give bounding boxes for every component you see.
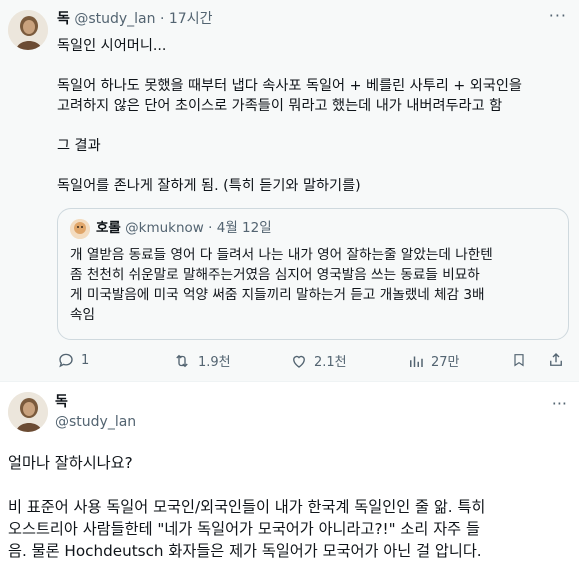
tweet-line: 그 결과 xyxy=(57,138,101,154)
views-icon xyxy=(407,352,425,370)
quoted-line: 좀 천천히 쉬운말로 말해주는거였음 심지어 영국발음 쓰는 동료들 비묘하 xyxy=(70,267,480,283)
bookmark-button[interactable] xyxy=(511,351,527,369)
tweet-line xyxy=(57,56,567,76)
tweet-line xyxy=(8,474,574,496)
tweet-line: 음. 물론 Hochdeutsch 화자들은 제가 독일어가 모국어가 아닌 걸… xyxy=(8,542,482,560)
quoted-tweet[interactable]: 호롤 @kmuknow · 4월 12일 개 열받음 동료들 영어 다 들려서 … xyxy=(57,208,569,340)
tweet-line: 독일어를 존나게 잘하게 됨. (특히 듣기와 말하기를) xyxy=(57,178,361,194)
quoted-avatar xyxy=(70,219,90,239)
retweet-icon xyxy=(172,352,192,370)
tweet-line: 고려하지 않은 단어 초이스로 가족들이 뭐라고 했는데 내가 내버려두라고 함 xyxy=(57,98,503,114)
quoted-header: 호롤 @kmuknow · 4월 12일 xyxy=(96,219,272,237)
views-count: 27만 xyxy=(431,355,460,370)
author-handle[interactable]: @study_lan xyxy=(55,413,136,431)
tweet-line: 독일어 하나도 못했을 때부터 냅다 속사포 독일어 + 베를린 사투리 + 외… xyxy=(57,78,522,94)
avatar[interactable] xyxy=(8,10,48,50)
avatar[interactable] xyxy=(8,392,48,432)
tweet-line: 독일인 시어머니... xyxy=(57,38,167,54)
quoted-date: 4월 12일 xyxy=(216,220,272,236)
tweet-line xyxy=(57,116,567,136)
reply-count: 1 xyxy=(81,352,90,368)
like-button[interactable]: 2.1천 xyxy=(290,351,347,370)
tweet-text: 독일인 시어머니... 독일어 하나도 못했을 때부터 냅다 속사포 독일어 +… xyxy=(57,36,567,196)
quoted-line: 개 열받음 동료들 영어 다 들려서 나는 내가 영어 잘하는줄 알았는데 나한… xyxy=(70,247,493,263)
quoted-handle: @kmuknow xyxy=(125,220,204,236)
separator-dot: · xyxy=(208,220,213,236)
author-handle[interactable]: @study_lan xyxy=(74,11,155,27)
quoted-line: 속임 xyxy=(70,307,96,323)
share-button[interactable] xyxy=(547,351,565,369)
retweet-count: 1.9천 xyxy=(198,355,231,370)
quoted-author-name: 호롤 xyxy=(96,220,121,236)
action-bar: 1 1.9천 2.1천 27만 xyxy=(57,351,567,371)
author-name[interactable]: 독 xyxy=(57,11,70,27)
reply-button[interactable]: 1 xyxy=(57,351,89,369)
heart-icon xyxy=(290,352,308,370)
reply-icon xyxy=(57,351,75,369)
tweet-line: 비 표준어 사용 독일어 모국인/외국인들이 내가 한국계 독일인인 줄 앎. … xyxy=(8,498,486,516)
quoted-line: 게 미국발음에 미국 억양 써줌 지들끼리 말하는거 듣고 개놀랬네 체감 3배 xyxy=(70,287,485,303)
share-icon xyxy=(547,351,565,369)
tweet-line: 얼마나 잘하시나요? xyxy=(8,454,133,472)
more-options-icon[interactable]: ··· xyxy=(549,6,567,25)
tweet-line: 오스트리아 사람들한테 "네가 독일어가 모국어가 아니라고?!" 소리 자주 … xyxy=(8,520,480,538)
tweet-text: 얼마나 잘하시나요? 비 표준어 사용 독일어 모국인/외국인들이 내가 한국계… xyxy=(8,452,574,562)
views-button[interactable]: 27만 xyxy=(407,351,460,370)
tweet-line xyxy=(57,156,567,176)
tweet-2[interactable]: 독 @study_lan ··· 얼마나 잘하시나요? 비 표준어 사용 독일어… xyxy=(0,382,579,576)
author-name[interactable]: 독 xyxy=(55,393,68,411)
more-options-icon[interactable]: ··· xyxy=(552,394,567,413)
timestamp[interactable]: 17시간 xyxy=(169,11,213,27)
bookmark-icon xyxy=(511,351,527,369)
tweet-header: 독 @study_lan · 17시간 xyxy=(57,10,212,28)
tweet-1[interactable]: 독 @study_lan · 17시간 ··· 독일인 시어머니... 독일어 … xyxy=(0,0,579,381)
separator-dot: · xyxy=(159,11,165,27)
retweet-button[interactable]: 1.9천 xyxy=(172,351,231,370)
like-count: 2.1천 xyxy=(314,355,347,370)
quoted-text: 개 열받음 동료들 영어 다 들려서 나는 내가 영어 잘하는줄 알았는데 나한… xyxy=(70,245,558,325)
